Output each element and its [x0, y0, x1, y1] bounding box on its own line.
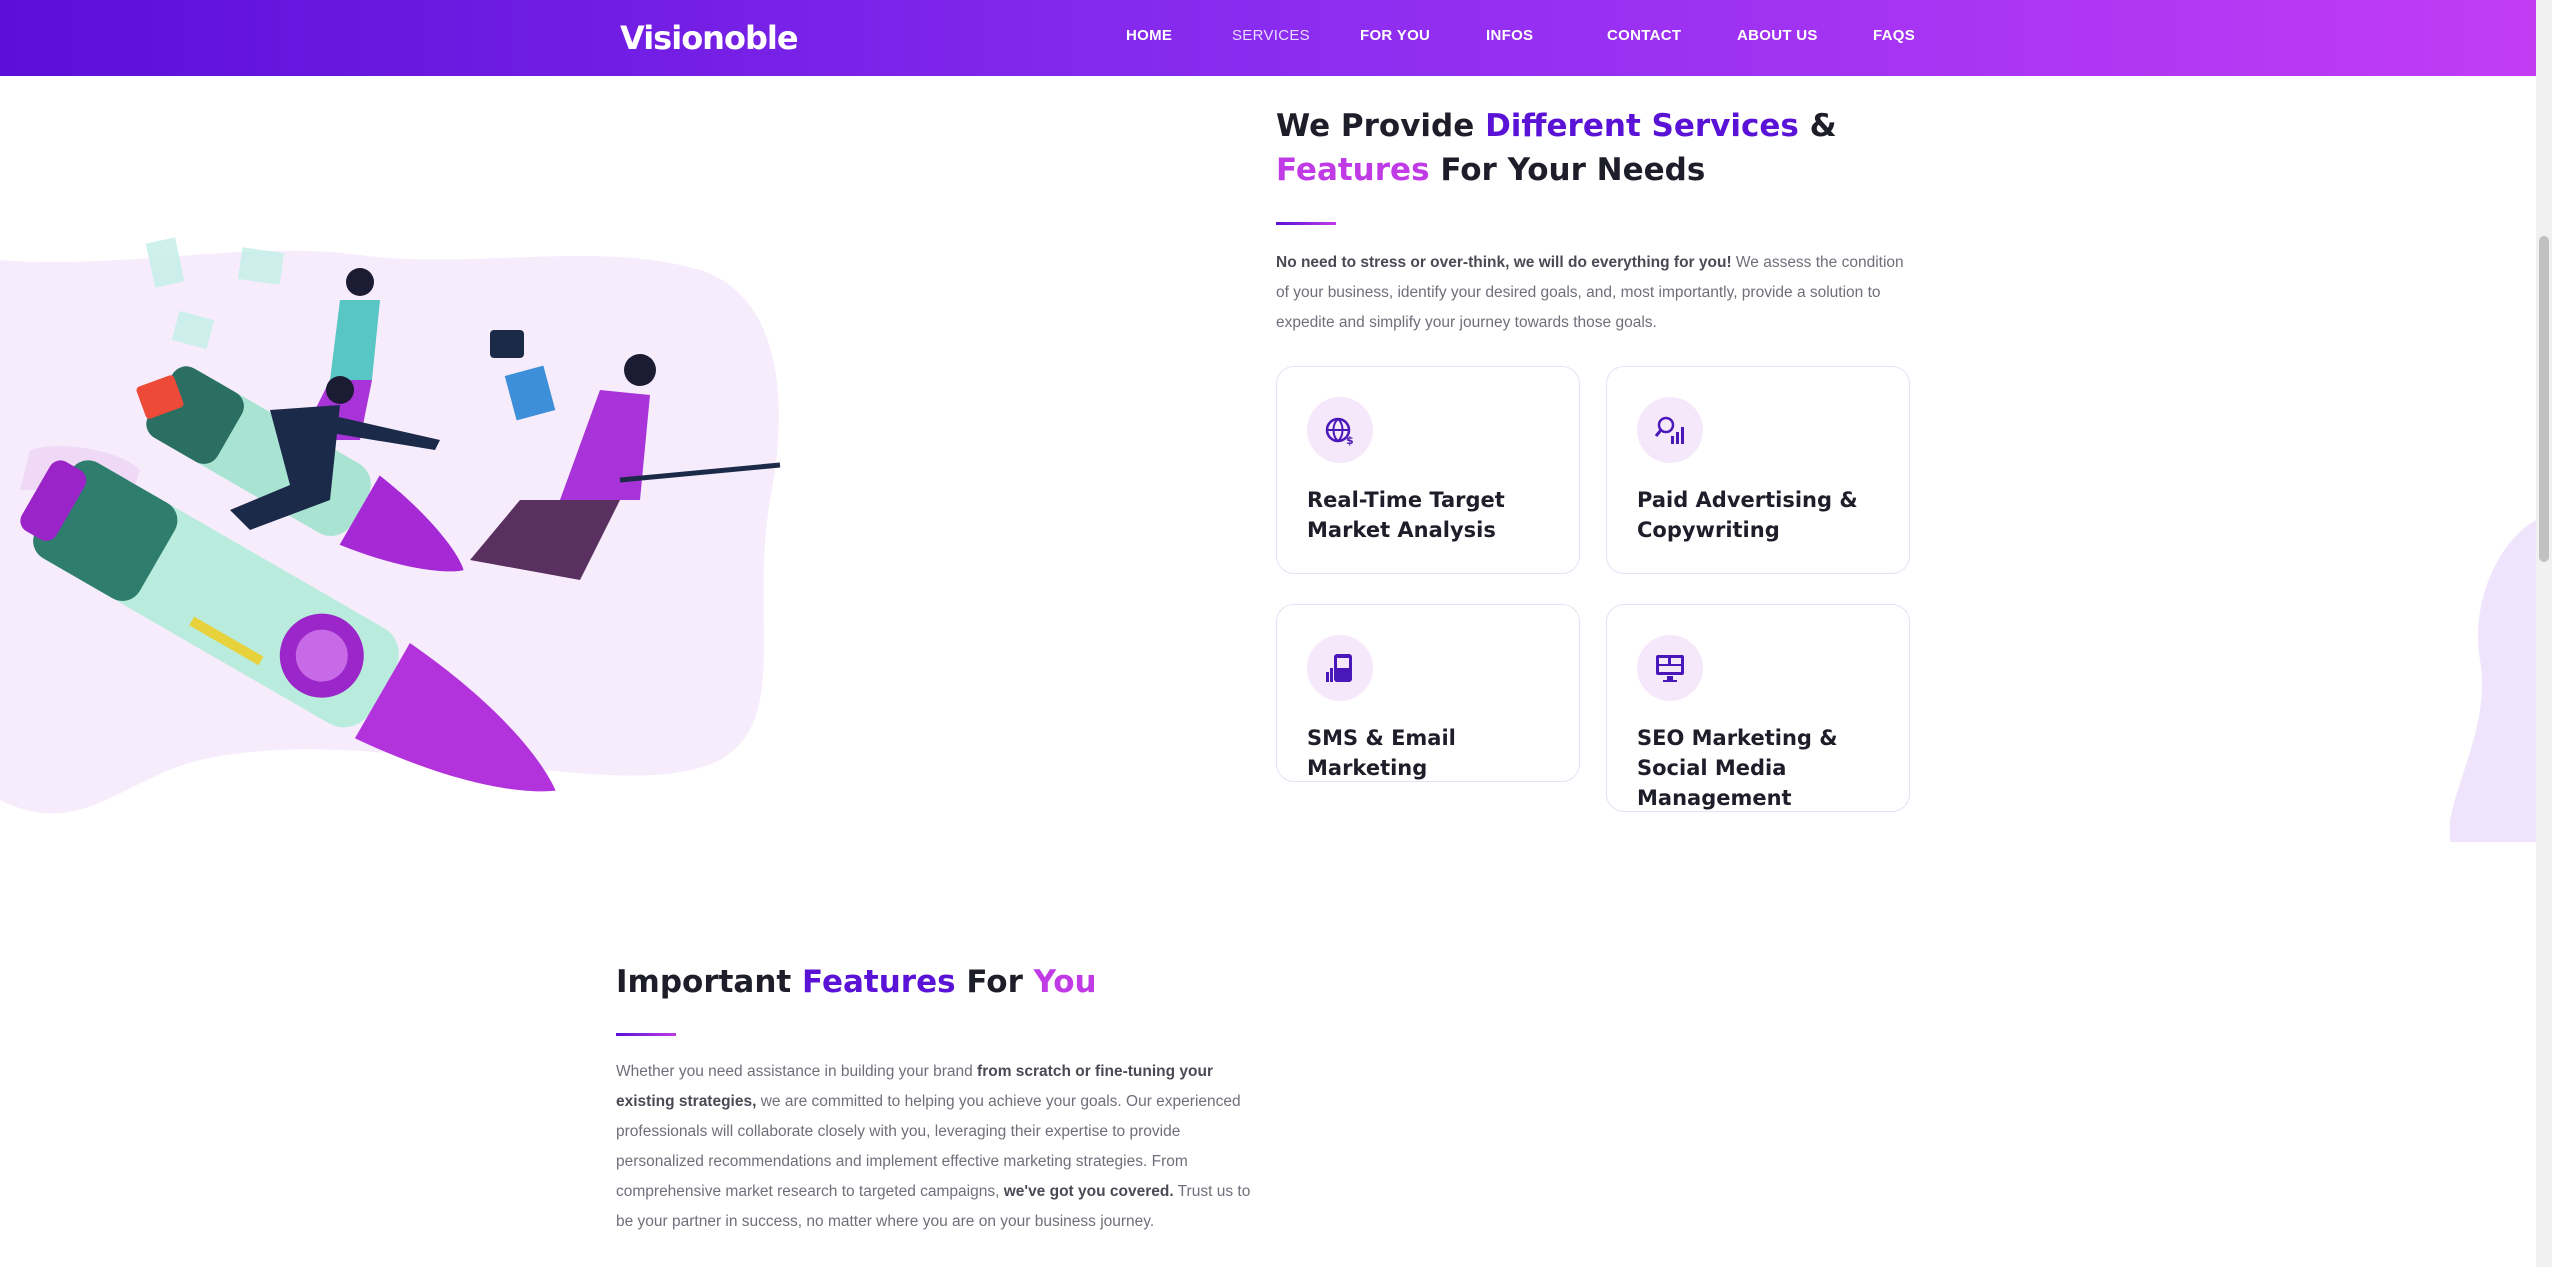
scrollbar-thumb[interactable] [2539, 236, 2549, 562]
rocket-team-illustration [0, 237, 781, 814]
body-bold-text: we've got you covered. [1003, 1183, 1174, 1200]
service-card-market-analysis[interactable]: $ Real-Time Target Market Analysis [1276, 366, 1580, 574]
nav-item-contact[interactable]: CONTACT [1607, 0, 1681, 76]
heading-highlight: Features [1276, 152, 1430, 188]
card-label: SEO Marketing & Social Media Management [1637, 726, 1838, 810]
heading-highlight: Different Services [1485, 108, 1799, 144]
lead-bold-text: No need to stress or over-think, we will… [1276, 254, 1732, 271]
page-scrollbar[interactable] [2536, 0, 2552, 1267]
heading-divider [616, 1033, 676, 1036]
services-lead-paragraph: No need to stress or over-think, we will… [1276, 248, 1916, 338]
service-card-paid-advertising[interactable]: Paid Advertising & Copywriting [1606, 366, 1910, 574]
monitor-dashboard-icon [1637, 635, 1703, 701]
heading-divider [1276, 222, 1336, 225]
services-heading: We Provide Different Services & Features… [1276, 104, 1896, 192]
heading-highlight: You [1033, 964, 1097, 1000]
service-card-seo-social[interactable]: SEO Marketing & Social Media Management [1606, 604, 1910, 812]
card-label: Paid Advertising & Copywriting [1637, 488, 1858, 542]
brand-logo[interactable]: Visionoble [620, 14, 799, 62]
nav-item-services[interactable]: SERVICES [1232, 0, 1310, 76]
decorative-blob [2450, 520, 2536, 842]
svg-text:$: $ [1346, 434, 1354, 446]
features-heading: Important Features For You [616, 960, 1316, 1004]
phone-chart-icon [1307, 635, 1373, 701]
globe-dollar-icon: $ [1307, 397, 1373, 463]
body-text: Whether you need assistance in building … [616, 1063, 978, 1080]
heading-part: We Provide [1276, 108, 1486, 144]
heading-part: For [955, 964, 1034, 1000]
nav-item-home[interactable]: HOME [1126, 0, 1172, 76]
top-navbar: Visionoble HOME SERVICES FOR YOU INFOS C… [0, 0, 2536, 76]
card-label: SMS & Email Marketing [1307, 726, 1456, 780]
nav-item-about-us[interactable]: ABOUT US [1737, 0, 1818, 76]
features-paragraph: Whether you need assistance in building … [616, 1057, 1256, 1237]
heading-part: For Your Needs [1429, 152, 1706, 188]
service-card-sms-email[interactable]: SMS & Email Marketing [1276, 604, 1580, 782]
nav-item-faqs[interactable]: FAQS [1873, 0, 1915, 76]
search-chart-icon [1637, 397, 1703, 463]
heading-highlight: Features [802, 964, 956, 1000]
card-label: Real-Time Target Market Analysis [1307, 488, 1505, 542]
nav-item-for-you[interactable]: FOR YOU [1360, 0, 1430, 76]
heading-part: Important [616, 964, 803, 1000]
heading-part: & [1798, 108, 1837, 144]
nav-item-infos[interactable]: INFOS [1486, 0, 1533, 76]
